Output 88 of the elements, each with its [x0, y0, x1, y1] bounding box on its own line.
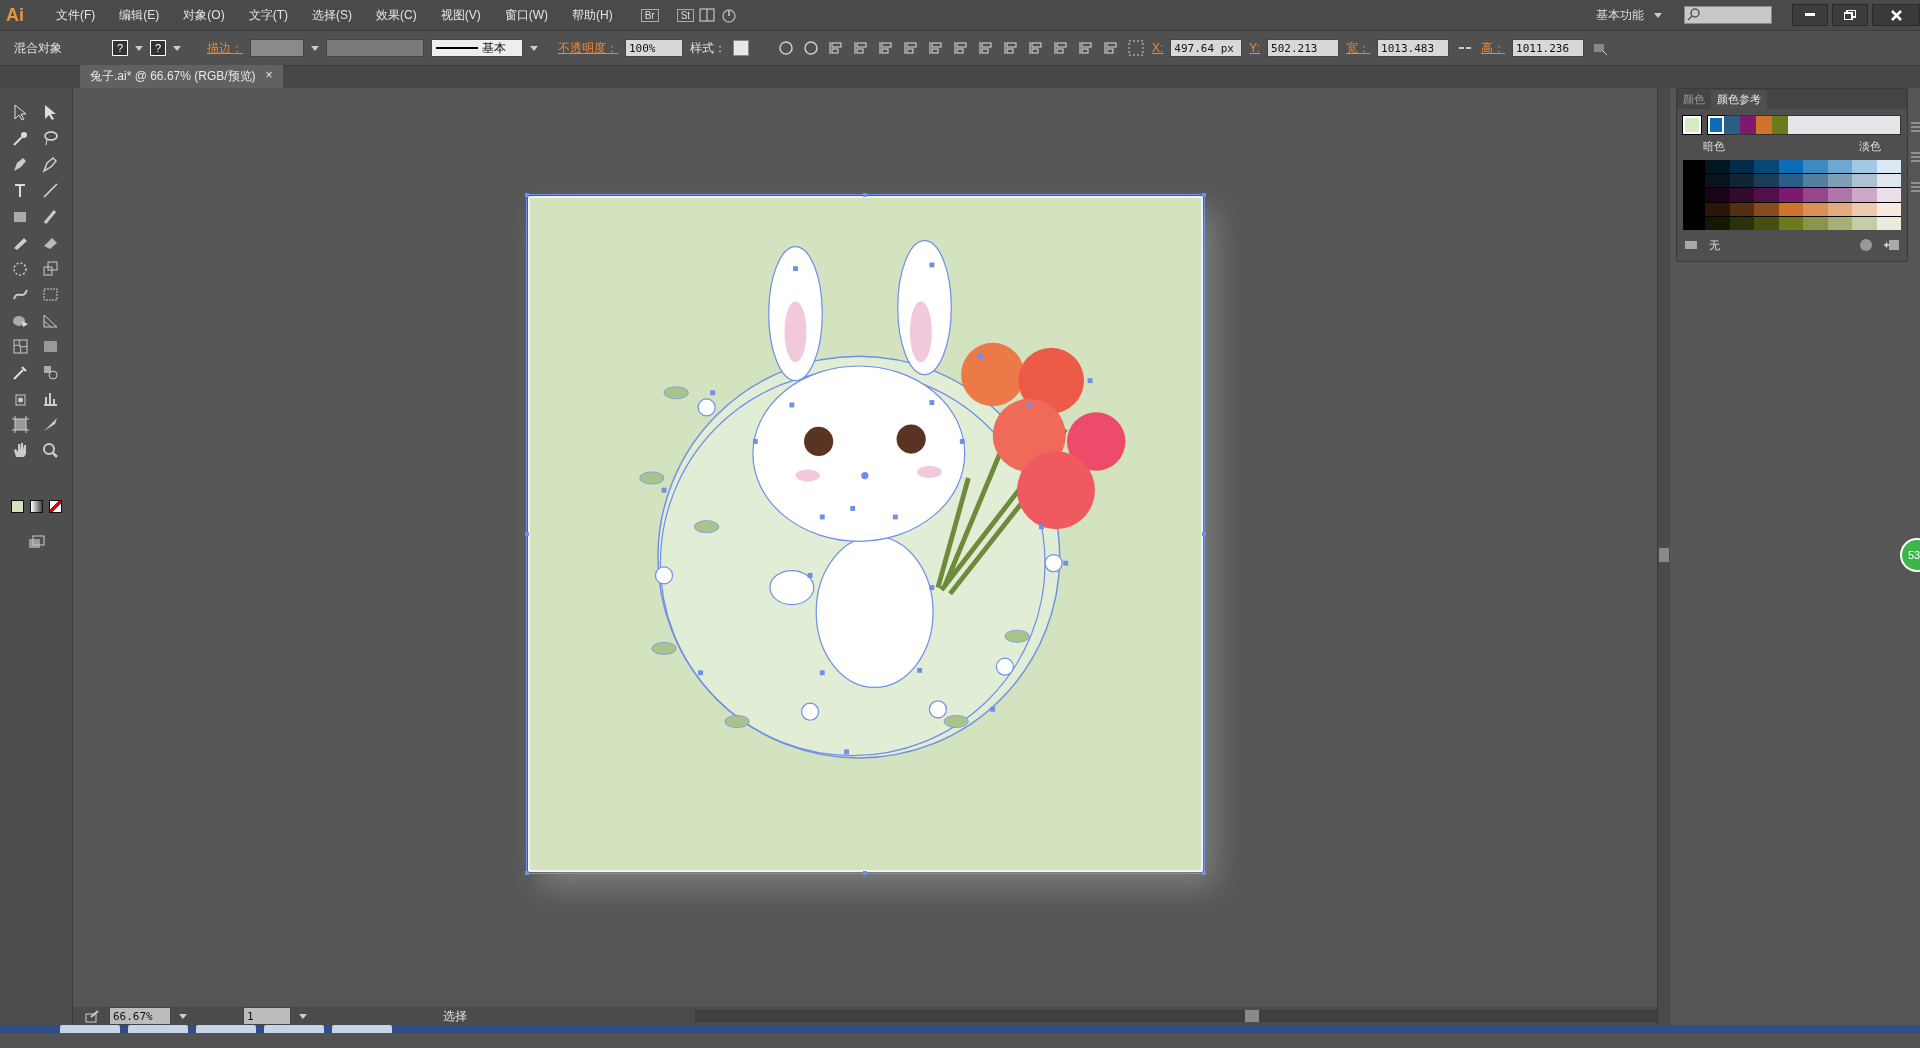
x-label: X:: [1152, 41, 1164, 55]
darker-label: 暗色: [1703, 139, 1725, 154]
stroke-weight-field[interactable]: [250, 39, 304, 57]
fill-color-swatch[interactable]: [10, 500, 24, 513]
color-variations-grid[interactable]: [1683, 160, 1901, 230]
menu-item[interactable]: 视图(V): [430, 4, 491, 26]
edit-colors-icon[interactable]: [1857, 236, 1875, 254]
caret-icon[interactable]: [135, 45, 143, 51]
harmony-color-swatch[interactable]: [1756, 116, 1772, 134]
arrange-documents-icon[interactable]: [698, 6, 717, 24]
close-button[interactable]: [1872, 4, 1920, 26]
menu-item[interactable]: 窗口(W): [494, 4, 558, 26]
width-label: 宽：: [1346, 39, 1371, 57]
caret-icon[interactable]: [179, 1013, 187, 1019]
menu-item[interactable]: 效果(C): [366, 4, 427, 26]
panel-tab[interactable]: 颜色参考: [1711, 90, 1767, 109]
document-tab[interactable]: 兔子.ai* @ 66.67% (RGB/预览) ×: [80, 65, 283, 88]
lighter-label: 淡色: [1859, 139, 1881, 154]
share-icon[interactable]: [83, 1007, 101, 1025]
gradient-swatch[interactable]: [29, 500, 43, 513]
hand-icon[interactable]: [11, 441, 29, 459]
vertical-scrollbar[interactable]: [1657, 88, 1670, 1025]
minimize-button[interactable]: [1792, 4, 1828, 26]
horizontal-scrollbar[interactable]: [695, 1010, 1657, 1022]
variable-width-field[interactable]: [326, 39, 424, 57]
width-field[interactable]: 1013.483: [1377, 39, 1450, 57]
eyedropper-icon[interactable]: [11, 363, 29, 381]
scale-icon[interactable]: [41, 259, 59, 277]
paintbrush-icon[interactable]: [41, 207, 59, 225]
stroke-style-dropdown[interactable]: 基本: [431, 39, 523, 57]
x-position-field[interactable]: 497.64 px: [1170, 39, 1243, 57]
restore-icon: [1844, 10, 1856, 20]
harmony-color-swatch[interactable]: [1740, 116, 1756, 134]
bridge-button[interactable]: Br: [640, 8, 659, 22]
panel-tab[interactable]: 颜色: [1677, 90, 1711, 109]
blend-icon[interactable]: [41, 363, 59, 381]
none-swatch[interactable]: [48, 500, 62, 513]
current-color-swatch[interactable]: [1683, 116, 1701, 134]
fill-swatch[interactable]: ?: [112, 40, 128, 56]
search-field[interactable]: [1684, 6, 1772, 24]
curvature-pen-icon[interactable]: [41, 155, 59, 173]
restore-button[interactable]: [1832, 4, 1868, 26]
rotate-icon[interactable]: [11, 259, 29, 277]
reference-point-icon[interactable]: [1127, 39, 1145, 57]
caret-icon[interactable]: [311, 45, 319, 51]
screen-mode-icon[interactable]: [27, 533, 45, 551]
menu-item[interactable]: 对象(O): [173, 4, 235, 26]
menu-item[interactable]: 选择(S): [302, 4, 362, 26]
menu-item[interactable]: 编辑(E): [109, 4, 170, 26]
caret-icon[interactable]: [530, 45, 538, 51]
align-left-icon[interactable]: [827, 39, 845, 57]
stock-button[interactable]: St: [676, 8, 695, 22]
app-logo: Ai: [6, 4, 24, 26]
magic-wand-icon[interactable]: [11, 129, 29, 147]
selection-arrow-icon[interactable]: [11, 103, 29, 121]
stroke-swatch[interactable]: ?: [150, 40, 166, 56]
current-tool-status: 选择: [443, 1007, 468, 1025]
opacity-field[interactable]: 100%: [625, 39, 683, 57]
workspace-switcher[interactable]: 基本功能: [1596, 6, 1644, 24]
lasso-icon[interactable]: [41, 129, 59, 147]
harmony-color-swatch[interactable]: [1708, 116, 1724, 134]
graphic-style-swatch[interactable]: [733, 40, 749, 56]
harmony-color-swatch[interactable]: [1724, 116, 1740, 134]
height-label: 高：: [1481, 39, 1506, 57]
line-segment-icon[interactable]: [41, 181, 59, 199]
y-label: Y:: [1249, 41, 1261, 55]
artboard-icon[interactable]: [11, 415, 29, 433]
menu-item[interactable]: 帮助(H): [562, 4, 623, 26]
free-transform-icon[interactable]: [41, 285, 59, 303]
pen-icon[interactable]: [11, 155, 29, 173]
menu-item[interactable]: 文字(T): [238, 4, 298, 26]
mesh-icon[interactable]: [11, 337, 29, 355]
caret-icon[interactable]: [173, 45, 181, 51]
zoom-icon[interactable]: [41, 441, 59, 459]
minimize-icon: [1805, 13, 1815, 17]
zoom-field[interactable]: 66.67%: [109, 1007, 171, 1025]
caret-icon[interactable]: [299, 1013, 307, 1019]
harmony-color-swatch[interactable]: [1772, 116, 1788, 134]
y-position-field[interactable]: 502.213: [1267, 39, 1340, 57]
artboard-number-field[interactable]: 1: [243, 1007, 291, 1025]
style-label: 样式：: [690, 39, 726, 57]
close-icon: [1890, 9, 1902, 21]
height-field[interactable]: 1011.236: [1512, 39, 1585, 57]
selection-type-label: 混合对象: [14, 39, 62, 57]
harmony-colors-bar[interactable]: [1707, 115, 1901, 135]
swatch-limit-label: 无: [1709, 237, 1720, 253]
caret-icon[interactable]: [1654, 12, 1662, 18]
menu-item[interactable]: 文件(F): [46, 4, 106, 26]
